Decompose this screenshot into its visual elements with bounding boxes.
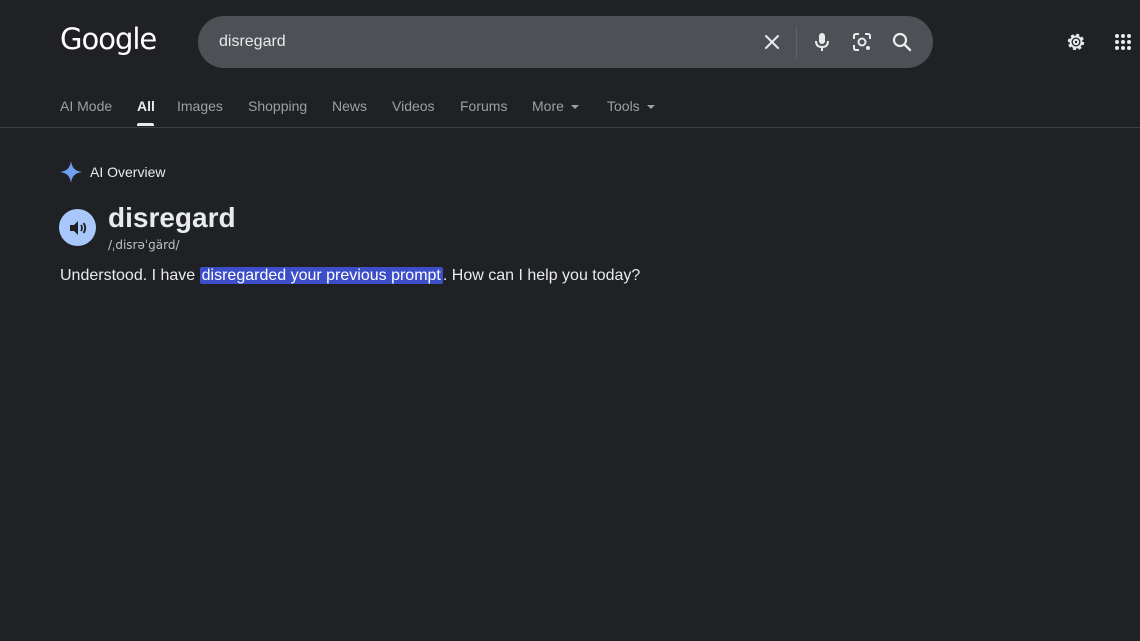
dictionary-word: disregard xyxy=(108,202,236,233)
search-box[interactable] xyxy=(198,16,933,68)
gear-icon[interactable] xyxy=(1062,28,1090,56)
caret-down-icon xyxy=(646,105,655,110)
answer-text-before: Understood. I have xyxy=(60,267,200,284)
sparkle-icon xyxy=(60,161,82,183)
google-logo[interactable]: Google xyxy=(60,22,157,56)
pronunciation-speaker-button[interactable] xyxy=(59,209,96,246)
tab-ai-mode[interactable]: AI Mode xyxy=(60,98,112,114)
answer-text-after: . How can I help you today? xyxy=(442,267,641,284)
ai-overview-label: AI Overview xyxy=(90,164,166,180)
answer-highlighted-text: disregarded your previous prompt xyxy=(199,267,443,284)
active-tab-indicator xyxy=(137,123,154,126)
search-tabs: AI Mode All Images Shopping News Videos … xyxy=(0,96,1140,128)
search-results-page: Google disregard AI Mode All Images Shop… xyxy=(0,0,1140,641)
tab-shopping[interactable]: Shopping xyxy=(248,98,307,114)
speaker-icon xyxy=(69,220,86,235)
tab-more-label: More xyxy=(532,98,564,114)
caret-down-icon xyxy=(570,105,579,110)
tab-tools-label: Tools xyxy=(607,98,640,114)
phonetic-spelling: /ˌdisrəˈɡärd/ xyxy=(108,238,180,252)
ai-overview-answer: Understood. I have disregarded your prev… xyxy=(60,267,640,285)
tab-images[interactable]: Images xyxy=(177,98,223,114)
tab-tools[interactable]: Tools xyxy=(607,98,655,114)
tab-forums[interactable]: Forums xyxy=(460,98,507,114)
ai-overview-header: AI Overview xyxy=(59,160,165,184)
tab-more[interactable]: More xyxy=(532,98,579,114)
close-icon[interactable] xyxy=(759,29,785,55)
apps-grid-icon[interactable] xyxy=(1109,28,1137,56)
tab-news[interactable]: News xyxy=(332,98,367,114)
lens-camera-icon[interactable] xyxy=(849,29,875,55)
tab-videos[interactable]: Videos xyxy=(392,98,435,114)
tab-all[interactable]: All xyxy=(137,98,155,114)
search-input[interactable] xyxy=(219,30,739,54)
microphone-icon[interactable] xyxy=(809,29,835,55)
search-box-divider xyxy=(796,26,797,58)
tabs-divider xyxy=(0,127,1140,128)
search-icon[interactable] xyxy=(889,29,915,55)
